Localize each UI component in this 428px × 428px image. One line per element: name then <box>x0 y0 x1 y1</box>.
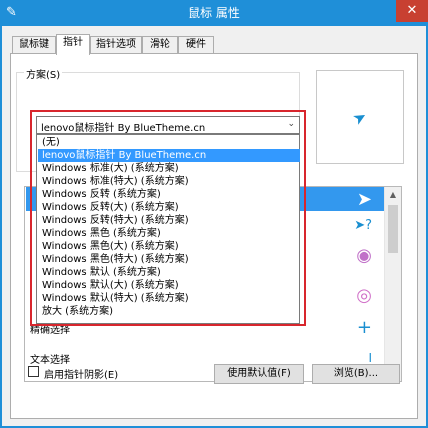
scheme-option[interactable]: Windows 黑色(特大) (系统方案) <box>38 253 300 266</box>
list-scrollbar[interactable]: ▲ ▼ <box>384 187 401 381</box>
scheme-option[interactable]: Windows 默认(大) (系统方案) <box>38 279 300 292</box>
title-bar[interactable]: ✎ 鼠标 属性 ✕ <box>0 0 428 26</box>
scheme-option[interactable]: Windows 标准(大) (系统方案) <box>38 162 300 175</box>
scheme-option[interactable]: Windows 黑色(大) (系统方案) <box>38 240 300 253</box>
busy-cursor-icon: ◎ <box>356 285 372 306</box>
pointer-shadow-checkbox[interactable] <box>28 366 39 377</box>
tab-pointers[interactable]: 指针 <box>56 34 90 55</box>
pointer-shadow-label: 启用指针阴影(E) <box>44 370 119 381</box>
tab-pointer-options[interactable]: 指针选项 <box>90 36 142 54</box>
scroll-up-icon[interactable]: ▲ <box>385 187 401 203</box>
window-client: 鼠标键 指针 指针选项 滑轮 硬件 方案(S) ➤ ➤ ➤? ◉ ◎ 精确选择 … <box>0 26 428 428</box>
help-select-cursor-icon: ➤? <box>354 218 372 233</box>
browse-button[interactable]: 浏览(B)... <box>312 364 400 384</box>
normal-select-cursor-icon: ➤ <box>356 189 372 210</box>
text-cursor-icon: I <box>368 351 372 365</box>
tab-buttons[interactable]: 鼠标键 <box>12 36 56 54</box>
cursor-row-label: 文本选择 <box>30 355 70 366</box>
scheme-option[interactable]: 放大 (系统方案) <box>38 305 300 318</box>
scheme-option[interactable]: Windows 反转(特大) (系统方案) <box>38 214 300 227</box>
scheme-option[interactable]: Windows 反转(大) (系统方案) <box>38 201 300 214</box>
scheme-option[interactable]: lenovo鼠标指针 By BlueTheme.cn <box>38 149 300 162</box>
use-default-button[interactable]: 使用默认值(F) <box>214 364 304 384</box>
scheme-option[interactable]: (无) <box>38 136 300 149</box>
scheme-option[interactable]: Windows 标准(特大) (系统方案) <box>38 175 300 188</box>
scheme-dropdown-list[interactable]: (无) lenovo鼠标指针 By BlueTheme.cn Windows 标… <box>36 134 300 324</box>
close-icon: ✕ <box>406 3 418 18</box>
chevron-down-icon[interactable]: ⌄ <box>287 119 295 129</box>
working-cursor-icon: ◉ <box>356 245 372 266</box>
tab-wheel[interactable]: 滑轮 <box>142 36 178 54</box>
scheme-option[interactable]: Windows 黑色 (系统方案) <box>38 227 300 240</box>
scheme-option[interactable]: Windows 反转 (系统方案) <box>38 188 300 201</box>
window-title: 鼠标 属性 <box>188 6 240 20</box>
cursor-preview: ➤ <box>316 70 404 164</box>
scheme-combobox[interactable]: lenovo鼠标指针 By BlueTheme.cn ⌄ <box>36 116 300 134</box>
close-button[interactable]: ✕ <box>396 0 428 22</box>
scheme-label: 方案(S) <box>24 66 63 81</box>
arrow-cursor-icon: ➤ <box>349 105 371 130</box>
scheme-selected-value: lenovo鼠标指针 By BlueTheme.cn <box>41 123 206 134</box>
scheme-option[interactable]: Windows 默认 (系统方案) <box>38 266 300 279</box>
crosshair-cursor-icon: + <box>356 317 372 338</box>
tab-hardware[interactable]: 硬件 <box>178 36 214 54</box>
scroll-thumb[interactable] <box>388 205 398 253</box>
scheme-option[interactable]: Windows 默认(特大) (系统方案) <box>38 292 300 305</box>
